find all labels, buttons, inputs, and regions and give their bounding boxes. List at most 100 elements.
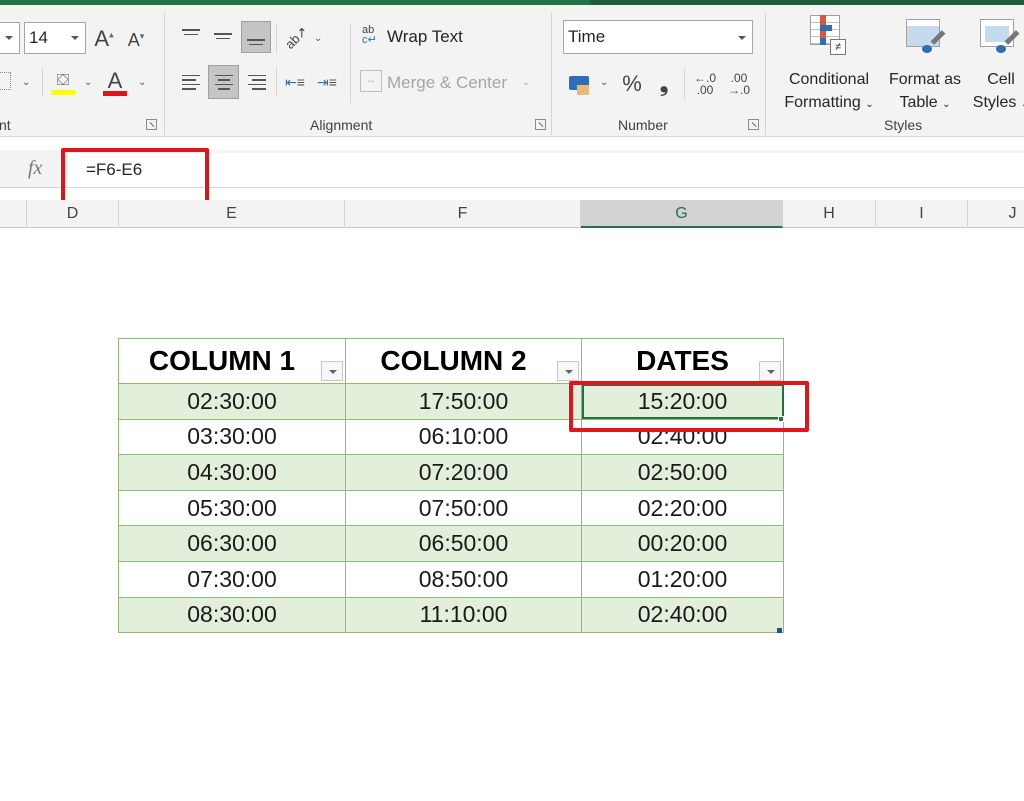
table-cell[interactable]: 02:40:00 bbox=[581, 596, 784, 634]
table-cell[interactable]: 01:20:00 bbox=[581, 560, 784, 598]
number-format-combo[interactable]: Time bbox=[563, 20, 753, 54]
column-header-j[interactable]: J bbox=[968, 200, 1024, 228]
number-format-value: Time bbox=[568, 27, 606, 46]
table-header-row: COLUMN 1 COLUMN 2 DATES bbox=[118, 338, 784, 384]
filter-dropdown-icon[interactable] bbox=[759, 361, 781, 381]
merge-center-button[interactable]: ↔ Merge & Center ⌄ bbox=[358, 69, 538, 97]
top-align-icon bbox=[182, 29, 200, 35]
decrease-decimal-button[interactable]: .00 →.0 bbox=[725, 69, 753, 99]
format-as-table-label: Format as Table ⌄ bbox=[888, 71, 961, 111]
filter-dropdown-icon[interactable] bbox=[557, 361, 579, 381]
align-left-icon bbox=[182, 74, 200, 90]
format-as-table-icon bbox=[906, 19, 946, 55]
table-cell[interactable]: 06:50:00 bbox=[345, 525, 582, 562]
table-header-cell[interactable]: DATES bbox=[581, 338, 784, 384]
increase-indent-icon: ⇥≡ bbox=[317, 73, 337, 90]
table-cell[interactable]: 07:20:00 bbox=[345, 454, 582, 491]
cell-styles-button[interactable]: CellStyles ⌄ bbox=[966, 13, 1024, 113]
borders-dropdown-chevron[interactable]: ⌄ bbox=[22, 77, 30, 88]
table-cell[interactable]: 06:30:00 bbox=[118, 525, 346, 562]
table-cell[interactable]: 17:50:00 bbox=[345, 383, 582, 420]
accounting-money-icon bbox=[569, 76, 589, 95]
table-cell[interactable]: 00:20:00 bbox=[581, 525, 784, 562]
number-group-label: Number bbox=[618, 117, 668, 133]
alignment-dialog-launcher[interactable] bbox=[535, 119, 546, 130]
column-header-e[interactable]: E bbox=[119, 200, 345, 228]
table-cell[interactable]: 03:30:00 bbox=[118, 418, 346, 456]
align-right-button[interactable] bbox=[244, 67, 270, 97]
bottom-align-icon bbox=[247, 39, 265, 45]
comma-icon: ❟ bbox=[659, 71, 669, 96]
table-header-cell[interactable]: COLUMN 2 bbox=[345, 338, 582, 384]
table-cell[interactable]: 07:30:00 bbox=[118, 560, 346, 598]
table-cell[interactable]: 04:30:00 bbox=[118, 454, 346, 491]
accounting-format-button[interactable] bbox=[564, 69, 594, 97]
font-color-dropdown-chevron[interactable]: ⌄ bbox=[138, 77, 146, 88]
align-center-icon bbox=[214, 74, 233, 90]
percent-icon: % bbox=[622, 71, 642, 96]
orientation-dropdown-chevron[interactable]: ⌄ bbox=[314, 33, 322, 44]
align-center-button[interactable] bbox=[208, 65, 239, 99]
column-header-g[interactable]: G bbox=[581, 200, 783, 228]
wrap-text-button[interactable]: ab c↵ Wrap Text bbox=[360, 25, 470, 53]
merge-center-icon: ↔ bbox=[360, 70, 382, 92]
header-label: COLUMN 2 bbox=[380, 345, 527, 376]
conditional-formatting-label: Conditional Formatting ⌄ bbox=[784, 71, 874, 111]
column-header-d[interactable]: D bbox=[27, 200, 119, 228]
table-cell[interactable]: 05:30:00 bbox=[118, 489, 346, 527]
align-left-button[interactable] bbox=[178, 67, 204, 97]
table-resize-handle[interactable] bbox=[777, 628, 782, 633]
bottom-align-button[interactable] bbox=[241, 21, 271, 53]
shrink-font-icon: A▾ bbox=[127, 29, 145, 50]
column-header-h[interactable]: H bbox=[783, 200, 876, 228]
merge-center-dropdown-chevron[interactable]: ⌄ bbox=[522, 77, 530, 88]
fill-color-button[interactable]: ⛋ bbox=[50, 69, 76, 97]
orientation-button[interactable]: ab↗ bbox=[282, 23, 311, 52]
increase-decimal-button[interactable]: ←.0 .00 bbox=[691, 69, 719, 99]
column-header-i[interactable]: I bbox=[876, 200, 968, 228]
text-orientation-icon: ab↗ bbox=[282, 23, 311, 52]
number-dialog-launcher[interactable] bbox=[748, 119, 759, 130]
grow-font-button[interactable]: A▴ bbox=[92, 25, 116, 53]
chevron-down-icon bbox=[738, 36, 746, 40]
borders-button[interactable] bbox=[0, 68, 12, 94]
shrink-font-button[interactable]: A▾ bbox=[124, 27, 148, 53]
column-header-f[interactable]: F bbox=[345, 200, 581, 228]
accounting-dropdown-chevron[interactable]: ⌄ bbox=[600, 77, 608, 88]
wrap-text-icon: ab c↵ bbox=[362, 24, 377, 46]
font-color-icon: A bbox=[107, 67, 123, 93]
header-label: DATES bbox=[636, 345, 729, 376]
filter-dropdown-icon[interactable] bbox=[321, 361, 343, 381]
table-cell[interactable]: 02:30:00 bbox=[118, 383, 346, 420]
format-as-table-button[interactable]: Format as Table ⌄ bbox=[884, 13, 966, 113]
font-name-combo[interactable] bbox=[0, 22, 20, 54]
formula-input[interactable] bbox=[68, 153, 1024, 187]
percent-style-button[interactable]: % bbox=[618, 69, 646, 99]
table-row: 07:30:00 08:50:00 01:20:00 bbox=[118, 560, 784, 598]
conditional-formatting-button[interactable]: ≠ Conditional Formatting ⌄ bbox=[776, 13, 882, 113]
comma-style-button[interactable]: ❟ bbox=[652, 69, 676, 99]
font-dialog-launcher[interactable] bbox=[146, 119, 157, 130]
table-cell[interactable]: 08:50:00 bbox=[345, 560, 582, 598]
decrease-indent-icon: ⇤≡ bbox=[285, 73, 305, 90]
middle-align-icon bbox=[214, 33, 232, 39]
table-cell[interactable]: 02:50:00 bbox=[581, 454, 784, 491]
table-cell[interactable]: 02:20:00 bbox=[581, 489, 784, 527]
font-color-button[interactable]: A bbox=[102, 69, 128, 97]
middle-align-button[interactable] bbox=[210, 23, 236, 49]
table-cell[interactable]: 06:10:00 bbox=[345, 418, 582, 456]
align-right-icon bbox=[248, 74, 266, 90]
table-cell[interactable]: 11:10:00 bbox=[345, 596, 582, 634]
increase-indent-button[interactable]: ⇥≡ bbox=[314, 67, 340, 97]
merge-center-label: Merge & Center bbox=[387, 73, 507, 92]
fill-color-dropdown-chevron[interactable]: ⌄ bbox=[84, 77, 92, 88]
insert-function-icon[interactable]: fx bbox=[28, 157, 42, 180]
table-cell[interactable]: 07:50:00 bbox=[345, 489, 582, 527]
table-row: 04:30:00 07:20:00 02:50:00 bbox=[118, 454, 784, 491]
font-size-combo[interactable]: 14 bbox=[24, 22, 86, 54]
table-header-cell[interactable]: COLUMN 1 bbox=[118, 338, 346, 384]
cell-styles-label: CellStyles ⌄ bbox=[972, 71, 1024, 111]
top-align-button[interactable] bbox=[178, 23, 204, 49]
table-cell[interactable]: 08:30:00 bbox=[118, 596, 346, 634]
decrease-indent-button[interactable]: ⇤≡ bbox=[282, 67, 308, 97]
